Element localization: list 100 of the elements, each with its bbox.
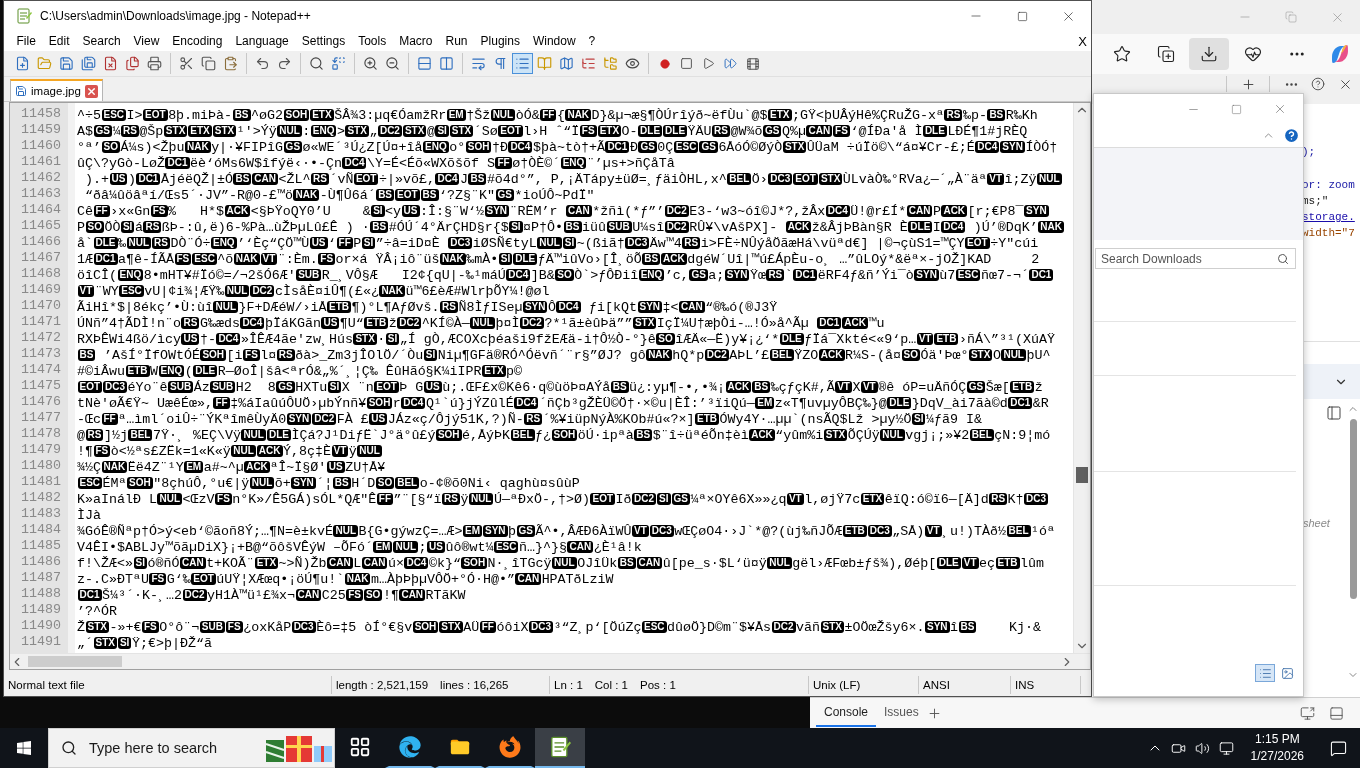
eye-icon (625, 56, 640, 71)
clock-date: 1/27/2026 (1250, 748, 1304, 765)
heart-pulse-icon[interactable] (1243, 45, 1262, 63)
panel-icon[interactable] (1329, 705, 1344, 721)
notepad-app-icon (16, 8, 32, 24)
search-box[interactable]: Type here to search (48, 728, 335, 768)
list-button[interactable] (512, 53, 533, 74)
maximize-icon (1016, 10, 1028, 22)
menu-item[interactable]: Macro (392, 34, 439, 48)
copy-icon (201, 56, 216, 71)
notepad-app-icon (549, 736, 571, 758)
status-text: Normal text file (8, 679, 85, 691)
line-number: 11466 (20, 234, 62, 250)
monitor-icon[interactable] (1219, 740, 1235, 756)
menu-item[interactable]: Tools (351, 34, 393, 48)
scroll-thumb[interactable] (1076, 467, 1088, 483)
line-number: 11478 (20, 426, 62, 442)
line-number: 11467 (20, 250, 62, 266)
add-tab-icon[interactable] (926, 705, 942, 721)
window-title: C:\Users\admin\Downloads\image.jpg - Notepad++ (40, 9, 312, 23)
download-icon (1200, 45, 1219, 63)
downloads-button[interactable] (1189, 38, 1229, 70)
star-icon[interactable] (1112, 45, 1131, 63)
close-document-button[interactable]: X (1078, 33, 1087, 49)
search-field[interactable]: Search Downloads (1095, 248, 1296, 269)
close-tab-icon[interactable] (84, 84, 98, 98)
line-number: 11491 (20, 634, 62, 650)
horizontal-scrollbar[interactable] (10, 653, 1090, 669)
wave-browser-icon (399, 736, 421, 758)
list-view-icon (1258, 666, 1272, 680)
menu-item[interactable]: Plugins (474, 34, 527, 48)
code-line: ÌJà (77, 507, 101, 524)
scroll-thumb[interactable] (1349, 419, 1357, 599)
play-icon (702, 57, 715, 70)
line-number: 11475 (20, 378, 62, 394)
line-number: 11481 (20, 474, 62, 490)
screen-share-icon[interactable] (1300, 705, 1315, 721)
columns-icon (439, 56, 454, 71)
status-text: INS (1015, 679, 1035, 691)
map-icon (559, 56, 574, 71)
folder-icon (37, 56, 52, 71)
status-text: Ln : 1 (554, 679, 583, 691)
new-file-icon (15, 56, 30, 71)
status-text: Unix (LF) (813, 679, 861, 691)
line-number: 11468 (20, 266, 62, 282)
stop-icon (680, 57, 693, 70)
line-number: 11473 (20, 346, 62, 362)
book-icon (537, 56, 552, 71)
scroll-thumb[interactable] (28, 656, 122, 667)
line-number: 11469 (20, 282, 62, 298)
menu-item[interactable]: ? (582, 34, 602, 48)
menu-item[interactable]: View (127, 34, 166, 48)
line-number: 11461 (20, 154, 62, 170)
help-icon[interactable] (1311, 77, 1325, 91)
clock[interactable]: 1:15 PM 1/27/2026 (1238, 731, 1316, 765)
menu-item[interactable]: Window (526, 34, 583, 48)
menu-item[interactable]: Settings (295, 34, 352, 48)
menu-item[interactable]: File (10, 34, 43, 48)
line-number: 11460 (20, 138, 62, 154)
plus-icon[interactable] (1240, 76, 1256, 92)
line-number: 11470 (20, 298, 62, 314)
printer-icon (147, 56, 162, 71)
search-icon (309, 56, 324, 71)
line-number: 11484 (20, 522, 62, 538)
sheet-label: sheet (1302, 517, 1330, 529)
task-view-icon (349, 736, 371, 758)
drawer-tab[interactable]: Issues (876, 699, 927, 727)
wrap-text-icon (471, 56, 486, 71)
save-icon (15, 85, 27, 97)
files-icon (125, 56, 140, 71)
film-icon (745, 56, 760, 71)
menu-item[interactable]: Run (439, 34, 475, 48)
replace-icon (331, 56, 346, 71)
line-number: 11464 (20, 202, 62, 218)
code-snippet: ); (1302, 145, 1317, 160)
code-line: ’?^ÓR (77, 603, 117, 620)
speech-bubble-icon[interactable] (1329, 739, 1347, 757)
squares-plus-icon[interactable] (1156, 45, 1175, 63)
search-icon (61, 740, 77, 756)
menu-item[interactable]: Language (228, 34, 296, 48)
line-number: 11463 (20, 186, 62, 202)
menu-item[interactable]: Edit (42, 34, 77, 48)
status-text: Pos : 1 (640, 679, 676, 691)
code-snippet: storage. (1302, 210, 1356, 225)
file-tab[interactable]: image.jpg (10, 79, 103, 101)
panel-icon[interactable] (1326, 405, 1342, 421)
speaker-icon[interactable] (1195, 740, 1211, 756)
menu-item[interactable]: Encoding (165, 34, 229, 48)
status-text: lines : 16,265 (440, 679, 509, 691)
view-toggle[interactable] (1255, 664, 1275, 682)
line-number: 11471 (20, 314, 62, 330)
picture-icon (1280, 666, 1294, 680)
menu-item[interactable]: Search (76, 34, 128, 48)
line-number: 11462 (20, 170, 62, 186)
vertical-scrollbar[interactable] (1073, 103, 1090, 653)
clipboard-icon (223, 56, 238, 71)
taskbar-app[interactable] (535, 728, 585, 768)
line-number: 11482 (20, 490, 62, 506)
rows-icon (417, 56, 432, 71)
scissors-icon (179, 56, 194, 71)
